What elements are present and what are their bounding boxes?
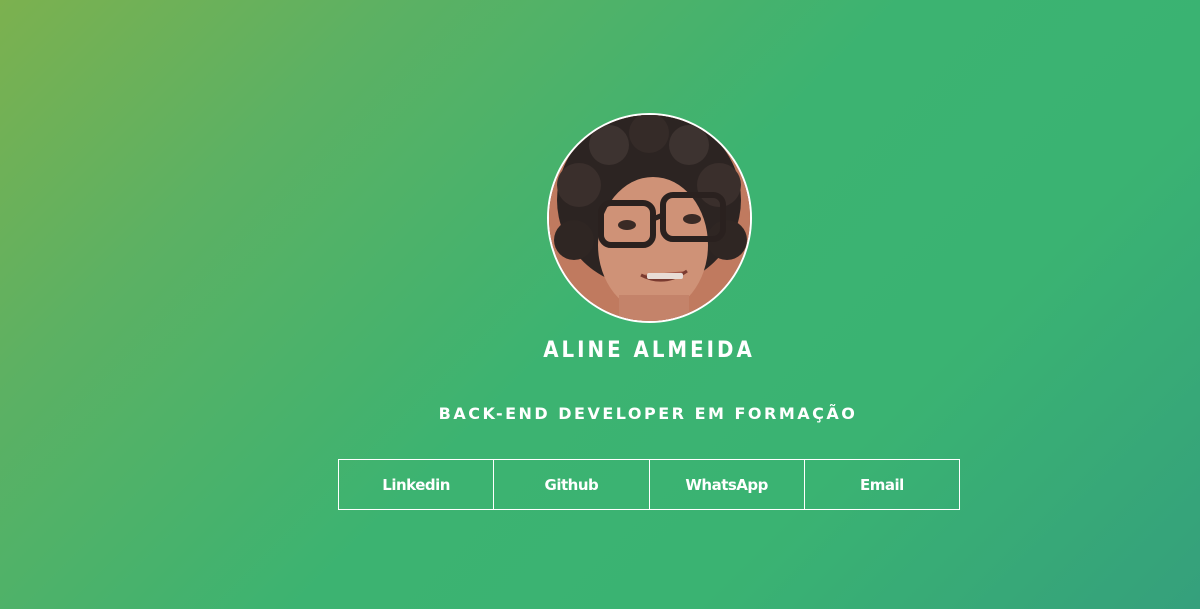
whatsapp-button[interactable]: WhatsApp — [648, 459, 805, 510]
profile-role: BACK-END DEVELOPER EM FORMAÇÃO — [438, 404, 858, 423]
linkedin-button[interactable]: Linkedin — [338, 459, 495, 510]
email-button[interactable]: Email — [803, 459, 960, 510]
profile-name: ALINE ALMEIDA — [543, 338, 755, 363]
profile-card: ALINE ALMEIDA BACK-END DEVELOPER EM FORM… — [0, 0, 1200, 609]
github-button[interactable]: Github — [493, 459, 650, 510]
avatar-photo — [549, 115, 750, 321]
avatar — [547, 113, 752, 323]
social-links: Linkedin Github WhatsApp Email — [338, 459, 960, 510]
